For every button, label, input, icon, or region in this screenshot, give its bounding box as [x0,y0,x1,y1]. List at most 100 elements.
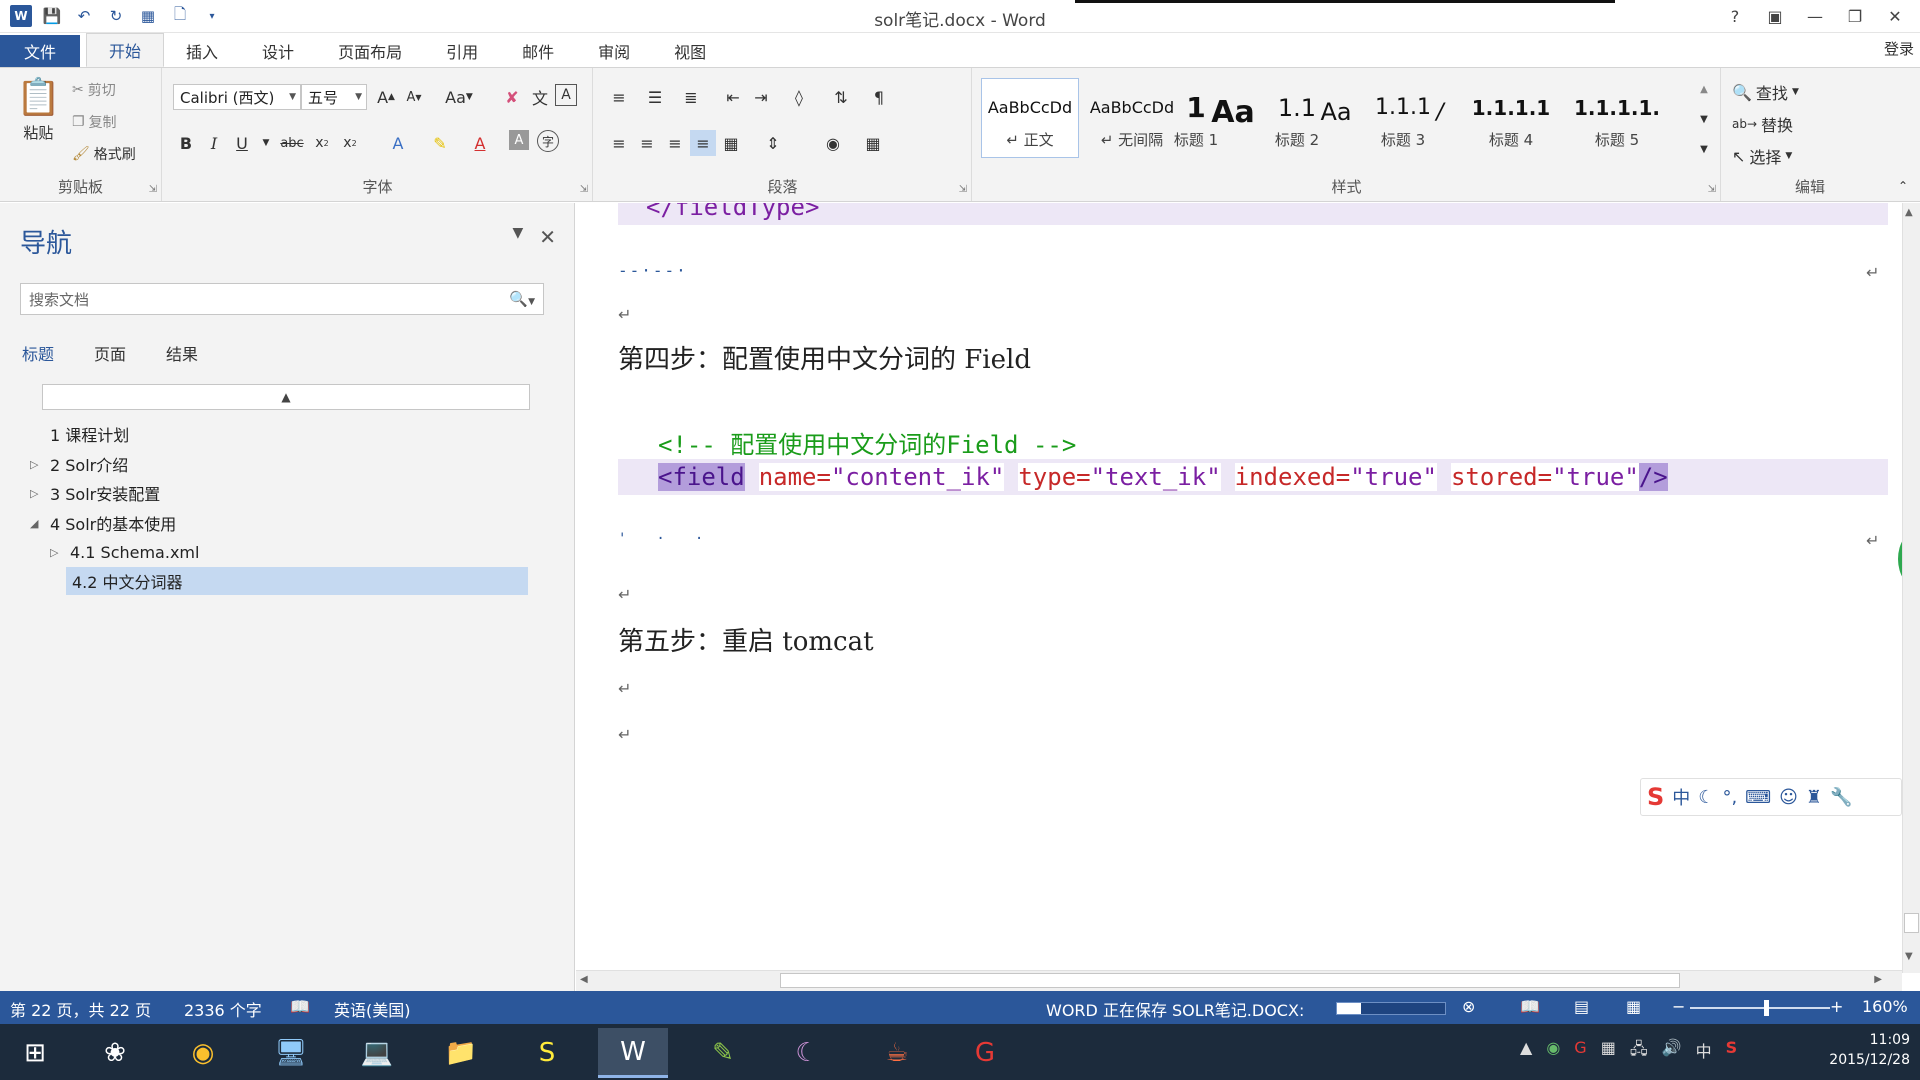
superscript-icon[interactable]: x2 [337,130,363,156]
document-canvas[interactable]: </fieldType> --·--· ↵ ↵ 第四步：配置使用中文分词的 Fi… [576,203,1902,973]
expand-icon[interactable]: ▷ [30,487,50,500]
scroll-up-icon[interactable]: ▲ [1905,207,1913,218]
grow-font-icon[interactable]: A ▲ [373,84,399,110]
ime-language-label[interactable]: 中 [1672,784,1690,810]
paste-button[interactable]: 📋 粘贴 [16,76,61,143]
italic-icon[interactable]: I [201,130,227,156]
tab-home[interactable]: 开始 [86,33,165,67]
tray-device-icon[interactable]: ▦ [1601,1038,1616,1065]
character-border-icon[interactable]: A [555,84,577,106]
phonetic-guide-icon[interactable]: 文 [527,84,553,110]
start-windows-icon[interactable]: ⊞ [0,1028,70,1078]
sign-in-link[interactable]: 登录 [1884,38,1914,59]
numbering-icon[interactable]: ☰ [642,84,668,110]
style-heading-1b[interactable]: Aa [1203,72,1263,152]
find-button[interactable]: 🔍 查找 ▼ [1732,80,1799,104]
tray-app-icon[interactable]: ◉ [1546,1038,1560,1065]
subscript-icon[interactable]: x2 [309,130,335,156]
scroll-right-icon[interactable]: ▶ [1874,974,1882,985]
tab-view[interactable]: 视图 [652,35,728,67]
style-heading-5[interactable]: 1.1.1.1. 标题 5 [1563,78,1671,158]
replace-button[interactable]: ab→ 替换 [1732,112,1793,136]
zoom-in-icon[interactable]: + [1830,997,1843,1016]
vertical-scrollbar[interactable]: ▲ ▼ [1902,203,1920,973]
strikethrough-icon[interactable]: abc [279,130,305,156]
scroll-thumb[interactable] [1904,913,1919,933]
justify-icon[interactable]: ≡ [690,130,716,156]
tab-insert[interactable]: 插入 [164,35,240,67]
highlight-icon[interactable]: ✎ [427,130,453,156]
styles-more-icon[interactable]: ▼ [1691,136,1717,162]
tab-mailings[interactable]: 邮件 [500,35,576,67]
close-window-icon[interactable]: ✕ [1878,2,1912,30]
help-button[interactable]: ? [1718,2,1752,30]
close-nav-icon[interactable]: ✕ [539,225,556,249]
asian-layout-icon[interactable]: ◊ [786,84,812,110]
styles-launcher-icon[interactable]: ⇲ [1708,184,1716,195]
show-marks-icon[interactable]: ¶ [866,84,892,110]
zoom-slider-thumb[interactable] [1764,1000,1769,1016]
select-button[interactable]: ↖ 选择 ▼ [1732,144,1792,168]
moon-icon[interactable]: ☾ [1698,787,1714,808]
style-heading-4[interactable]: 1.1.1.1 标题 4 [1457,78,1565,158]
font-color-icon[interactable]: A [467,130,493,156]
nav-item[interactable]: ▷ 2 Solr介绍 [30,450,530,478]
clock[interactable]: 11:09 2015/12/28 [1810,1030,1910,1070]
zoom-level[interactable]: 160% [1862,997,1908,1016]
multilevel-list-icon[interactable]: ≣ [678,84,704,110]
scroll-left-icon[interactable]: ◀ [580,974,588,985]
copy-button[interactable]: ❐ 复制 [72,112,117,132]
borders-icon[interactable]: ▦ [860,130,886,156]
bullets-icon[interactable]: ≡ [606,84,632,110]
align-right-icon[interactable]: ≡ [662,130,688,156]
restore-icon[interactable]: ❐ [1838,2,1872,30]
nav-item[interactable]: ▷ 3 Solr安装配置 [30,479,530,507]
cut-button[interactable]: ✂ 剪切 [72,80,116,100]
wrench-icon[interactable]: 🔧 [1830,787,1852,808]
cancel-save-icon[interactable]: ⊗ [1462,997,1475,1016]
tab-references[interactable]: 引用 [424,35,500,67]
chrome-icon[interactable]: ◉ [168,1028,238,1078]
proofing-icon[interactable]: 📖 [290,997,310,1016]
minimize-icon[interactable]: — [1798,2,1832,30]
tray-ime-label[interactable]: 中 [1696,1038,1712,1065]
java-icon[interactable]: ☕ [862,1028,932,1078]
scroll-down-icon[interactable]: ▼ [1905,951,1913,962]
nav-item[interactable]: ▷ 4.1 Schema.xml [50,538,530,566]
styles-scroll-down-icon[interactable]: ▼ [1691,106,1717,132]
align-center-icon[interactable]: ≡ [634,130,660,156]
shading-icon[interactable]: ◉ [820,130,846,156]
tab-layout[interactable]: 页面布局 [316,35,424,67]
collapse-icon[interactable]: ◢ [30,517,50,530]
bold-icon[interactable]: B [173,130,199,156]
expand-icon[interactable]: ▷ [50,546,70,559]
file-explorer-icon[interactable]: 📁 [426,1028,496,1078]
control-panel-icon[interactable]: 💻 [342,1028,412,1078]
remote-desktop-icon[interactable]: 🖥 [256,1028,326,1078]
color-app-icon[interactable]: ❀ [80,1028,150,1078]
web-layout-icon[interactable]: ▦ [1626,997,1641,1016]
read-mode-icon[interactable]: 📖 [1520,997,1540,1016]
zoom-out-icon[interactable]: − [1672,997,1685,1016]
font-size-combo[interactable]: 五号 ▼ [301,84,367,110]
nav-options-icon[interactable]: ▼ [512,225,523,249]
keyboard-icon[interactable]: ⌨ [1745,787,1771,808]
font-family-combo[interactable]: Calibri (西文) ▼ [173,84,301,110]
ime-toolbar[interactable]: S 中 ☾ °, ⌨ ☺ ♜ 🔧 [1640,778,1902,816]
word-count[interactable]: 2336 个字 [184,997,262,1021]
enclose-characters-icon[interactable]: 字 [537,130,559,152]
underline-icon[interactable]: U [229,130,255,156]
nav-item[interactable]: ◢ 4 Solr的基本使用 [30,509,530,537]
nav-tab-headings[interactable]: 标题 [22,341,54,365]
eclipse-icon[interactable]: ☾ [772,1028,842,1078]
tray-g-icon[interactable]: G [1574,1038,1586,1065]
print-layout-icon[interactable]: ▤ [1574,997,1589,1016]
clipboard-launcher-icon[interactable]: ⇲ [149,184,157,195]
distributed-icon[interactable]: ▦ [718,130,744,156]
tab-file[interactable]: 文件 [0,35,81,67]
ribbon-display-options-icon[interactable]: ▣ [1758,2,1792,30]
language-status[interactable]: 英语(美国) [334,997,411,1021]
expand-icon[interactable]: ▷ [30,458,50,471]
volume-icon[interactable]: 🔊 [1662,1038,1682,1065]
format-painter-button[interactable]: 🖌 格式刷 [72,144,136,164]
